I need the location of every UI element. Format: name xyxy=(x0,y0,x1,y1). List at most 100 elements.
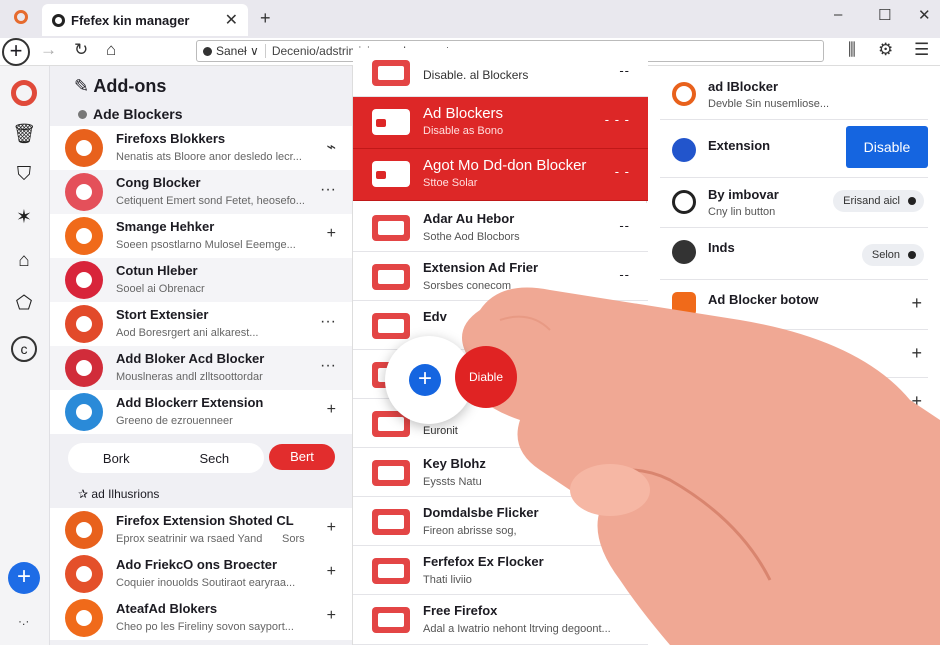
close-tab-icon[interactable]: ✕ xyxy=(225,10,238,30)
disable-button[interactable]: Disable xyxy=(846,126,928,168)
list-item[interactable]: Add Blockerr Extension Greeno de ezrouen… xyxy=(50,390,352,434)
detail-desc: Cny lin button xyxy=(708,206,776,218)
add-button[interactable]: + xyxy=(8,562,40,594)
floating-plus-button[interactable]: + xyxy=(409,364,441,396)
add-icon[interactable]: + xyxy=(911,391,922,412)
addon-add-button[interactable]: + xyxy=(327,519,336,537)
table-row[interactable]: Ferfefox Ex Flocker Thati liviio xyxy=(353,546,648,595)
detail-row[interactable]: Inds Selon xyxy=(660,228,928,280)
more-dots-icon[interactable]: ·.· xyxy=(18,614,29,628)
row-menu-button[interactable]: -- xyxy=(619,463,630,478)
add-icon[interactable]: + xyxy=(911,343,922,364)
addon-desc-extra: Sors xyxy=(282,533,305,545)
addon-logo-icon xyxy=(65,261,103,299)
detail-row[interactable]: By imbovar Cny lin button Erisand aicl xyxy=(660,178,928,228)
history-icon[interactable]: c xyxy=(11,336,37,362)
close-window-button[interactable]: ✕ xyxy=(918,6,931,24)
toggle-switch[interactable] xyxy=(680,516,708,528)
detail-row[interactable]: Extension Disable xyxy=(660,126,928,178)
row-menu-button[interactable]: -- xyxy=(619,218,630,233)
addon-action-button[interactable]: ⌁ xyxy=(326,137,336,157)
addon-title: Cotun Hleber xyxy=(116,263,198,278)
minimize-button[interactable]: – xyxy=(834,6,842,23)
maximize-button[interactable]: ☐ xyxy=(878,6,891,24)
reload-icon[interactable]: ↻ xyxy=(74,40,88,60)
row-desc: Fireon abrisse sog, xyxy=(423,525,517,537)
gear-icon xyxy=(672,240,696,264)
addon-desc: Sooel ai Obrenacr xyxy=(116,283,205,295)
table-row[interactable]: Key Blohz Eyssts Natu -- xyxy=(353,448,648,497)
tag-icon[interactable]: ⬠ xyxy=(11,292,37,318)
list-item[interactable]: Firefox Extension Shoted CL Eprox seatri… xyxy=(50,508,352,552)
row-menu-button[interactable]: -- xyxy=(619,267,630,282)
plus-circle-icon[interactable]: + xyxy=(2,38,30,66)
segment-bert-button[interactable]: Bert xyxy=(269,444,335,470)
list-item[interactable]: Ado FriekcO ons Broecter Coquier inouold… xyxy=(50,552,352,596)
addons-list-panel: ✎ Add-ons Ade Blockers Firefoxs Blokkers… xyxy=(50,66,352,645)
row-menu-button[interactable]: -- xyxy=(619,63,630,78)
list-item[interactable]: Firefoxs Blokkers Nenatis ats Bloore ano… xyxy=(50,126,352,170)
addon-more-button[interactable]: ··· xyxy=(320,357,336,375)
addon-title: Add Blockerr Extension xyxy=(116,395,264,410)
menu-icon[interactable]: ☰ xyxy=(914,40,929,60)
list-item[interactable]: Add Bloker Acd Blocker Mouslneras andl z… xyxy=(50,346,352,390)
addon-title: Smange Hehker xyxy=(116,219,215,234)
row-title: Domdalsbe Flicker xyxy=(423,505,539,520)
row-menu-button[interactable]: - - xyxy=(615,164,630,179)
detail-row[interactable]: + xyxy=(660,378,928,426)
floating-disable-button[interactable]: Diable xyxy=(455,346,517,408)
addon-title: AteafAd Blokers xyxy=(116,601,218,616)
addon-add-button[interactable]: + xyxy=(327,563,336,581)
table-row[interactable]: Adar Au Hebor Sothe Aod Blocbors -- xyxy=(353,203,648,252)
puzzle-icon[interactable]: ⌂ xyxy=(11,250,37,276)
site-identity[interactable]: Saneł ∨ xyxy=(197,44,266,58)
table-row-selected[interactable]: Ad Blockers Disable as Bono - - - xyxy=(353,97,648,149)
firefox-icon[interactable] xyxy=(11,80,37,106)
table-row[interactable]: Free Firefox Adal a Iwatrio nehont ltrvi… xyxy=(353,595,648,645)
list-item[interactable]: Cotun Hleber Sooel ai Obrenacr xyxy=(50,258,352,302)
row-desc: Adal a Iwatrio nehont ltrving degoont... xyxy=(423,623,611,635)
addon-title: Add Bloker Acd Blocker xyxy=(116,351,265,366)
trash-icon[interactable]: 🗑 xyxy=(11,122,37,148)
tab-addons-manager[interactable]: Ffefex kin manager ✕ xyxy=(42,4,248,36)
row-menu-button[interactable]: - - - xyxy=(605,112,630,127)
firefox-view-icon[interactable] xyxy=(14,10,28,24)
home-icon[interactable]: ⌂ xyxy=(106,40,116,60)
addon-title: Stort Extensier xyxy=(116,307,209,322)
detail-row[interactable]: Extenlie Reks + xyxy=(660,330,928,378)
addon-more-button[interactable]: ··· xyxy=(320,313,336,331)
site-label: Saneł ∨ xyxy=(216,44,259,58)
addon-desc: Mouslneras andl zlltsoottordar xyxy=(116,371,263,383)
toggle-pill[interactable]: Erisand aicl xyxy=(833,190,924,212)
gear-icon[interactable]: ⚙ xyxy=(878,40,893,60)
table-row[interactable]: Domdalsbe Flicker Fireon abrisse sog, xyxy=(353,497,648,546)
row-menu-button[interactable]: -- xyxy=(619,414,630,429)
sparkle-icon[interactable]: ✶ xyxy=(11,206,37,232)
list-item[interactable]: AteafAd Blokers Cheo po les Fireliny sov… xyxy=(50,596,352,640)
list-item[interactable]: Stort Extensier Aod Boresrgert ani alkar… xyxy=(50,302,352,346)
table-row[interactable]: Extension Ad Frier Sorsbes conecom -- xyxy=(353,252,648,301)
detail-row[interactable]: Ad Blocker botow + xyxy=(660,280,928,330)
add-icon[interactable]: + xyxy=(911,293,922,314)
forward-icon[interactable]: → xyxy=(40,40,57,60)
addon-add-button[interactable]: + xyxy=(327,225,336,243)
row-title: Edv xyxy=(423,309,447,324)
addon-add-button[interactable]: + xyxy=(327,607,336,625)
list-item[interactable]: Cong Blocker Cetiquent Emert sond Fetet,… xyxy=(50,170,352,214)
table-row[interactable]: Disable. al Blockers -- xyxy=(353,48,648,97)
new-tab-button[interactable]: + xyxy=(260,8,271,29)
detail-row[interactable]: ad IBlocker Devble Sin nusemliose... xyxy=(660,70,928,120)
addon-more-button[interactable]: ··· xyxy=(320,181,336,199)
detail-title: Ad Blocker botow xyxy=(708,292,819,307)
segment-sech[interactable]: Sech xyxy=(199,451,229,466)
row-desc: Euronit xyxy=(423,425,458,437)
blocker-icon xyxy=(372,509,410,535)
table-row-selected[interactable]: Agot Mo Dd-don Blocker Sttoe Solar - - xyxy=(353,149,648,201)
row-title: Adar Au Hebor xyxy=(423,211,515,226)
list-item[interactable]: Smange Hehker Soeen psostlarno Mulosel E… xyxy=(50,214,352,258)
segment-bork[interactable]: Bork xyxy=(103,451,130,466)
toggle-pill[interactable]: Selon xyxy=(861,244,924,266)
addon-add-button[interactable]: + xyxy=(327,401,336,419)
library-icon[interactable]: ⫼ xyxy=(848,40,856,60)
shield-icon[interactable]: ⛉ xyxy=(11,164,37,190)
